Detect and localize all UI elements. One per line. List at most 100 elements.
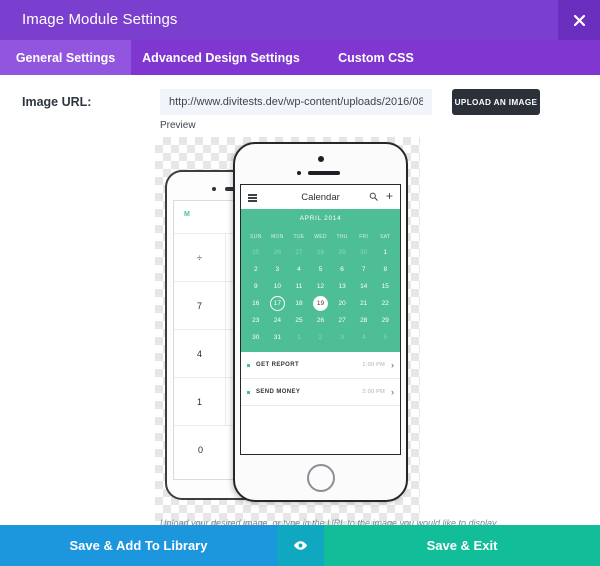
camera-icon (317, 156, 324, 162)
tab-label: General Settings (15, 50, 116, 65)
calendar-top-bar: Calendar + (241, 185, 400, 209)
calendar-day-cell[interactable]: 3 (331, 329, 353, 346)
speaker-grille (307, 171, 340, 175)
calendar-day-cell[interactable]: 28 (310, 244, 332, 261)
calendar-grid: SUN MON TUE WED THU FRI SAT 25 26 27 28 29 30… (241, 227, 400, 352)
calendar-day-cell[interactable]: 18 (288, 295, 310, 312)
calendar-day-cell[interactable]: 26 (267, 244, 289, 261)
calendar-day-cell[interactable]: 1 (374, 244, 396, 261)
save-add-to-library-button[interactable]: Save & Add To Library (0, 525, 277, 566)
calendar-day-cell[interactable]: 9 (245, 278, 267, 295)
event-time: 2:00 PM (362, 389, 385, 395)
day-header: FRI (359, 234, 369, 240)
calendar-day-cell[interactable]: 24 (267, 312, 289, 329)
modal-footer: Save & Add To Library Save & Exit (0, 525, 600, 566)
calendar-day-cell[interactable]: 30 (245, 329, 267, 346)
calendar-day-cell[interactable]: 25 (245, 244, 267, 261)
tab-general-settings[interactable]: General Settings (0, 40, 131, 75)
calendar-day-cell[interactable]: 29 (331, 244, 353, 261)
calendar-day-cell[interactable]: 30 (353, 244, 375, 261)
calendar-week-row: 30 31 1 2 3 4 5 (245, 329, 396, 346)
calendar-day-cell[interactable]: 1 (288, 329, 310, 346)
chevron-right-icon: › (391, 386, 394, 397)
preview-label: Preview (160, 120, 196, 131)
calendar-day-cell[interactable]: 25 (288, 312, 310, 329)
calendar-day-cell[interactable]: 27 (288, 244, 310, 261)
calendar-day-cell[interactable]: 19 (310, 295, 332, 312)
close-icon (573, 14, 585, 26)
event-name: GET REPORT (256, 362, 300, 368)
calendar-day-cell[interactable]: 31 (267, 329, 289, 346)
calendar-week-row: 9 10 11 12 13 14 15 (245, 278, 396, 295)
chevron-right-icon: › (391, 359, 394, 370)
camera-icon (212, 187, 216, 191)
calculator-key: 1 (174, 377, 226, 425)
calendar-day-cell[interactable]: 10 (267, 278, 289, 295)
calendar-day-cell[interactable]: 26 (310, 312, 332, 329)
calculator-key: 4 (174, 329, 226, 377)
calendar-day-cell[interactable]: 21 (353, 295, 375, 312)
close-button[interactable] (558, 0, 600, 40)
sensor-icon (296, 171, 301, 175)
tab-custom-css[interactable]: Custom CSS (311, 40, 441, 75)
calendar-day-cell[interactable]: 17 (267, 295, 289, 312)
calendar-day-cell[interactable]: 3 (267, 261, 289, 278)
calendar-day-cell[interactable]: 5 (310, 261, 332, 278)
calendar-week-row: 25 26 27 28 29 30 1 (245, 244, 396, 261)
day-header: THU (336, 234, 348, 240)
calendar-day-cell[interactable]: 29 (374, 312, 396, 329)
calendar-week-row: 2345678 (245, 261, 396, 278)
modal-header: Image Module Settings (0, 0, 600, 40)
bullet-icon (247, 390, 250, 394)
calendar-day-headers: SUN MON TUE WED THU FRI SAT (245, 230, 396, 244)
calendar-day-cell[interactable]: 28 (353, 312, 375, 329)
tab-bar: General Settings Advanced Design Setting… (0, 40, 600, 75)
button-label: Save & Exit (426, 538, 498, 553)
calendar-day-cell[interactable]: 23 (245, 312, 267, 329)
calendar-day-cell[interactable]: 2 (245, 261, 267, 278)
event-time: 1:00 PM (362, 362, 385, 368)
calendar-day-cell[interactable]: 11 (288, 278, 310, 295)
calendar-event-row[interactable]: GET REPORT 1:00 PM › (241, 352, 400, 379)
calendar-day-cell[interactable]: 13 (331, 278, 353, 295)
calendar-week-row: 16 17 18 19 20 21 22 (245, 295, 396, 312)
calendar-day-cell[interactable]: 7 (353, 261, 375, 278)
search-icon (369, 192, 378, 201)
button-label: Save & Add To Library (69, 538, 208, 553)
today-marker: 17 (269, 296, 285, 311)
day-header: SUN (250, 234, 262, 240)
calendar-day-cell[interactable]: 4 (288, 261, 310, 278)
calendar-day-cell[interactable]: 6 (331, 261, 353, 278)
calendar-day-cell[interactable]: 5 (374, 329, 396, 346)
home-button (306, 464, 335, 492)
calendar-month-label: APRIL 2014 (241, 209, 400, 227)
calendar-day-cell[interactable]: 15 (374, 278, 396, 295)
calendar-day-cell[interactable]: 12 (310, 278, 332, 295)
calendar-day-cell[interactable]: 16 (245, 295, 267, 312)
calendar-week-row: 23 24 25 26 27 28 29 (245, 312, 396, 329)
calculator-key: 7 (174, 281, 226, 329)
day-header: SAT (380, 234, 391, 240)
event-name: SEND MONEY (256, 389, 301, 395)
tab-label: Advanced Design Settings (142, 50, 300, 65)
selected-day-marker: 19 (313, 296, 329, 311)
preview-toggle-button[interactable] (277, 525, 324, 566)
bullet-icon (247, 363, 250, 367)
upload-image-button[interactable]: UPLOAD AN IMAGE (452, 89, 540, 115)
calendar-day-cell[interactable]: 27 (331, 312, 353, 329)
image-url-input[interactable] (160, 89, 432, 115)
calendar-day-cell[interactable]: 8 (374, 261, 396, 278)
calendar-event-row[interactable]: SEND MONEY 2:00 PM › (241, 379, 400, 406)
calendar-weeks: 25 26 27 28 29 30 1 2 3 4 5 6 7 8 9 10 11 12 13 14 15 16 17 18 1… (245, 244, 396, 346)
day-header: WED (314, 234, 327, 240)
calendar-day-cell[interactable]: 20 (331, 295, 353, 312)
tab-advanced-design-settings[interactable]: Advanced Design Settings (131, 40, 311, 75)
calendar-day-cell[interactable]: 14 (353, 278, 375, 295)
save-exit-button[interactable]: Save & Exit (324, 525, 600, 566)
calendar-day-cell[interactable]: 4 (353, 329, 375, 346)
plus-icon: + (385, 189, 393, 203)
calendar-day-cell[interactable]: 2 (310, 329, 332, 346)
calendar-screen: Calendar + APRIL 2014 SUN MON TUE WED TH… (240, 184, 401, 455)
day-header: MON (271, 234, 284, 240)
calendar-day-cell[interactable]: 22 (374, 295, 396, 312)
